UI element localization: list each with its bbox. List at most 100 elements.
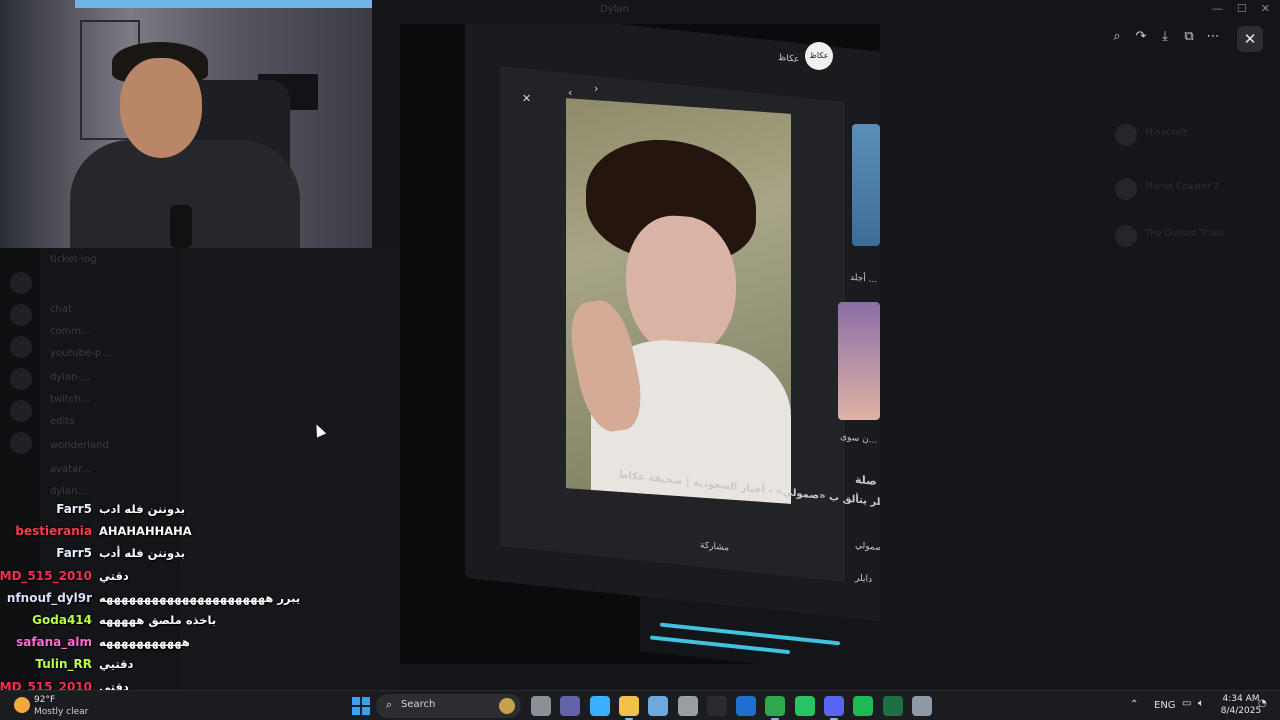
telegram-icon[interactable] — [911, 696, 932, 716]
webcam-microphone — [170, 205, 192, 248]
chat-message: nfnouf_dyl9r يبرر ههههههههههههههههههههههه — [0, 589, 300, 611]
chat-message: MD_515_2010 دقتي — [0, 567, 300, 589]
channel-item[interactable]: ticket-log — [50, 254, 180, 272]
activity-label: The Outlast Trials — [1145, 229, 1224, 239]
chevron-left-icon: ‹ — [568, 86, 573, 99]
chat-message: safana_alm هههههههههههه — [0, 633, 300, 655]
chrome-icon[interactable] — [765, 696, 786, 720]
chat-text: يبرر ههههههههههههههههههههههه — [99, 590, 301, 605]
webcam-overlay — [0, 0, 372, 248]
site-logo: عكاظ — [805, 42, 833, 70]
video-still — [566, 98, 791, 504]
video-subject-face — [626, 212, 736, 361]
chat-text: بدوننن فله أدب — [99, 546, 186, 561]
server-icon[interactable] — [10, 432, 32, 454]
discord-icon[interactable] — [824, 696, 844, 720]
chat-username: MD_515_2010 — [0, 568, 92, 583]
minimize-button[interactable]: — — [1212, 2, 1223, 15]
side-label: دايلر — [855, 573, 872, 585]
viewer-close-button[interactable]: ✕ — [1237, 26, 1263, 52]
server-icon[interactable] — [10, 304, 32, 326]
store-icon[interactable] — [648, 696, 669, 716]
activity-item[interactable]: Planet Coaster 2 — [1115, 178, 1265, 208]
spotify-icon[interactable] — [853, 696, 874, 716]
game-icon — [1115, 124, 1137, 146]
start-tile — [362, 707, 370, 715]
chat-username: nfnouf_dyl9r — [6, 590, 92, 605]
chevron-up-icon[interactable]: ⌃ — [1130, 699, 1138, 720]
side-thumbnail — [852, 124, 880, 246]
excel-icon[interactable] — [882, 696, 903, 716]
start-tile — [352, 697, 360, 705]
game-icon — [1115, 225, 1137, 247]
chat-message: Tulin_RR دقتيي — [0, 655, 300, 677]
chat-username: Farr5 — [56, 546, 92, 561]
close-icon: ✕ — [522, 92, 532, 105]
server-icon[interactable] — [10, 400, 32, 422]
clock-time[interactable]: 4:34 AM — [1221, 694, 1261, 704]
whatsapp-icon[interactable] — [794, 696, 815, 716]
window-title: Dylan — [600, 4, 629, 15]
settings-icon[interactable] — [677, 696, 698, 716]
activity-item[interactable]: Minecraft — [1115, 124, 1265, 154]
channel-item[interactable]: twitch... — [50, 394, 180, 412]
search-highlight-icon — [499, 698, 515, 714]
language-indicator[interactable]: ENG — [1154, 700, 1176, 720]
chat-text: دقتي — [99, 568, 129, 583]
chat-message: Farr5 بدوننن فله ادب — [0, 500, 300, 522]
webcam-led-strip — [75, 0, 372, 8]
weather-icon — [14, 697, 30, 713]
teams-icon[interactable] — [560, 696, 581, 716]
server-icon[interactable] — [10, 368, 32, 390]
copilot-icon[interactable] — [589, 696, 610, 716]
chat-username: Tulin_RR — [35, 657, 92, 672]
taskbar-search[interactable]: ⌕ Search — [376, 694, 521, 718]
rotate-icon[interactable]: ↷ — [1132, 28, 1150, 46]
maximize-button[interactable]: ☐ — [1237, 2, 1247, 15]
download-icon[interactable]: ⤓ — [1156, 28, 1174, 46]
viewed-photo: عكاظ عكاظ ✕ ‹ › أجلد ... ن سوى... صلة صم… — [400, 24, 880, 664]
channel-item[interactable]: dylan-... — [50, 372, 180, 390]
screen: Dylan — ☐ ✕ ticket-log chat comm... yout… — [0, 0, 1280, 720]
site-header: عكاظ — [778, 52, 800, 66]
chat-message: Goda414 باخذه ملصق هههههه — [0, 611, 300, 633]
zoom-in-icon[interactable]: ⌕ — [1108, 28, 1126, 46]
channel-list: ticket-log chat comm... youtube-p... dyl… — [40, 248, 180, 508]
more-options-icon[interactable]: ⋯ — [1204, 28, 1222, 46]
channel-item[interactable]: edits — [50, 416, 180, 434]
volume-icon[interactable]: 🔈︎ — [1198, 698, 1204, 720]
chat-text: بدوننن فله ادب — [99, 502, 186, 516]
chat-username: Goda414 — [32, 613, 92, 627]
game-icon — [1115, 178, 1137, 200]
key-backlight — [650, 635, 790, 655]
open-external-icon[interactable]: ⧉ — [1180, 28, 1198, 46]
start-button[interactable] — [352, 697, 370, 715]
chat-username: bestierania — [15, 524, 92, 539]
activity-label: Minecraft — [1145, 128, 1188, 138]
webcam-streamer-face — [120, 58, 202, 158]
weather-widget[interactable]: 92°F Mostly clear — [14, 694, 94, 720]
obs-icon[interactable] — [706, 696, 727, 716]
search-icon: ⌕ — [386, 698, 393, 711]
chat-message: Farr5 بدوننن فله أدب — [0, 544, 300, 566]
activity-item[interactable]: The Outlast Trials — [1115, 225, 1265, 255]
chat-text: AHAHAHHAHA — [99, 524, 192, 539]
channel-item[interactable]: wonderland — [50, 440, 180, 458]
file-manager-icon[interactable] — [531, 696, 551, 716]
window-controls: — ☐ ✕ — [1212, 2, 1270, 15]
channel-item[interactable]: avatar... — [50, 464, 180, 482]
window-close-button[interactable]: ✕ — [1261, 2, 1270, 15]
server-icon[interactable] — [10, 336, 32, 358]
network-icon[interactable]: ▭ — [1182, 698, 1191, 720]
channel-item[interactable]: chat — [50, 304, 180, 322]
channel-item[interactable]: comm... — [50, 326, 180, 344]
weather-temperature: 92°F — [34, 695, 56, 705]
channel-item[interactable]: youtube-p... — [50, 348, 180, 366]
notification-bell-icon[interactable]: ◔ — [1258, 698, 1267, 720]
explorer-icon[interactable] — [618, 696, 639, 720]
chat-username: safana_alm — [16, 635, 92, 650]
outlook-icon[interactable] — [736, 696, 757, 716]
chat-text: هههههههههههه — [99, 635, 190, 650]
activity-label: Planet Coaster 2 — [1145, 182, 1220, 192]
server-icon[interactable] — [10, 272, 32, 294]
